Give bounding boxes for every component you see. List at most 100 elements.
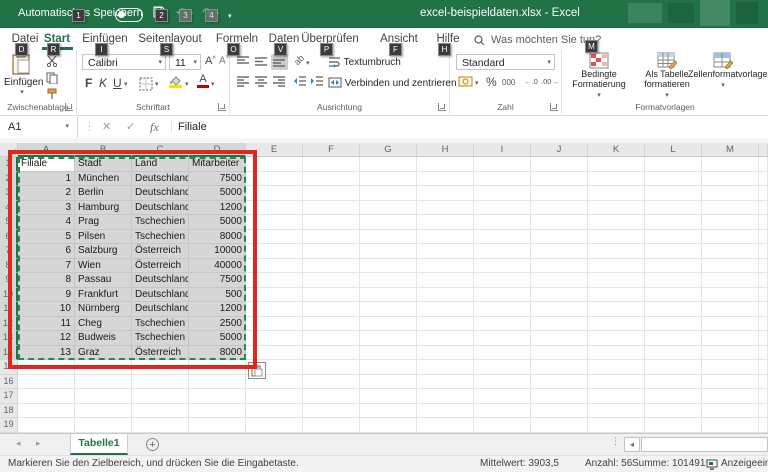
cell[interactable] <box>531 186 588 201</box>
cell[interactable] <box>645 360 702 375</box>
decrease-decimal-icon[interactable]: .00→ <box>541 77 559 86</box>
cell-B8[interactable]: Wien <box>75 259 132 274</box>
cell[interactable] <box>18 389 75 404</box>
cell[interactable] <box>645 244 702 259</box>
cell[interactable] <box>474 375 531 390</box>
cell[interactable] <box>588 273 645 288</box>
cell-A8[interactable]: 7 <box>18 259 75 274</box>
column-header-D[interactable]: D <box>189 143 246 157</box>
cell[interactable] <box>132 389 189 404</box>
cell[interactable] <box>531 389 588 404</box>
cell[interactable] <box>759 331 768 346</box>
cell[interactable] <box>645 317 702 332</box>
cell[interactable] <box>588 302 645 317</box>
cell[interactable] <box>246 346 303 361</box>
row-header-10[interactable]: 10 <box>0 288 18 303</box>
cell[interactable] <box>531 172 588 187</box>
cell[interactable] <box>702 404 759 419</box>
cell[interactable] <box>759 317 768 332</box>
cell-D7[interactable]: 10000 <box>189 244 246 259</box>
cell-styles-button[interactable]: Zellenformatvorlagen ▾ <box>688 52 758 90</box>
cell[interactable] <box>588 172 645 187</box>
cell[interactable] <box>531 273 588 288</box>
comma-style-button[interactable]: 000 <box>502 78 515 87</box>
cell[interactable] <box>417 317 474 332</box>
cell[interactable] <box>360 186 417 201</box>
cell[interactable] <box>189 360 246 375</box>
cell-B3[interactable]: Berlin <box>75 186 132 201</box>
column-header-C[interactable]: C <box>132 143 189 157</box>
cell[interactable] <box>474 331 531 346</box>
cell[interactable] <box>132 375 189 390</box>
cell[interactable] <box>132 404 189 419</box>
cell[interactable] <box>75 360 132 375</box>
bold-button[interactable]: F <box>85 76 92 90</box>
cell[interactable] <box>303 288 360 303</box>
cell-C4[interactable]: Deutschland <box>132 201 189 216</box>
wrap-text-button[interactable]: Textumbruch <box>328 56 401 68</box>
cell-C6[interactable]: Tschechien <box>132 230 189 245</box>
cell[interactable] <box>702 244 759 259</box>
cell[interactable] <box>531 288 588 303</box>
cell[interactable] <box>18 404 75 419</box>
cell[interactable] <box>759 360 768 375</box>
cell-C14[interactable]: Österreich <box>132 346 189 361</box>
cell[interactable] <box>588 375 645 390</box>
cell[interactable] <box>588 201 645 216</box>
number-format-select[interactable]: Standard▾ <box>456 54 555 70</box>
cell[interactable] <box>189 389 246 404</box>
cell[interactable] <box>588 317 645 332</box>
cell[interactable] <box>702 302 759 317</box>
cell[interactable] <box>702 201 759 216</box>
cell[interactable] <box>246 157 303 172</box>
column-header-E[interactable]: E <box>246 143 303 157</box>
cell[interactable] <box>303 389 360 404</box>
cell-C12[interactable]: Tschechien <box>132 317 189 332</box>
cell[interactable] <box>303 418 360 433</box>
cell[interactable] <box>702 389 759 404</box>
cell[interactable] <box>531 201 588 216</box>
cell[interactable] <box>18 375 75 390</box>
cell-A9[interactable]: 8 <box>18 273 75 288</box>
cell-A4[interactable]: 3 <box>18 201 75 216</box>
cell-A5[interactable]: 4 <box>18 215 75 230</box>
cell-A6[interactable]: 5 <box>18 230 75 245</box>
cell-C5[interactable]: Tschechien <box>132 215 189 230</box>
italic-button[interactable]: K <box>99 76 107 90</box>
cell[interactable] <box>246 273 303 288</box>
cell[interactable] <box>417 389 474 404</box>
cell[interactable] <box>645 230 702 245</box>
cell-D14[interactable]: 8000 <box>189 346 246 361</box>
cell[interactable] <box>18 418 75 433</box>
cell-B7[interactable]: Salzburg <box>75 244 132 259</box>
cell[interactable] <box>417 259 474 274</box>
cell[interactable] <box>474 346 531 361</box>
cell[interactable] <box>417 302 474 317</box>
column-header-M[interactable]: M <box>702 143 759 157</box>
cell[interactable] <box>360 157 417 172</box>
cell[interactable] <box>474 201 531 216</box>
cell[interactable] <box>702 172 759 187</box>
cell[interactable] <box>246 230 303 245</box>
row-header-12[interactable]: 12 <box>0 317 18 332</box>
cell-A2[interactable]: 1 <box>18 172 75 187</box>
cell[interactable] <box>303 302 360 317</box>
cell-D3[interactable]: 5000 <box>189 186 246 201</box>
cell-A10[interactable]: 9 <box>18 288 75 303</box>
cell[interactable] <box>189 404 246 419</box>
cell[interactable] <box>588 157 645 172</box>
select-all-corner[interactable] <box>0 143 18 157</box>
cell[interactable] <box>759 215 768 230</box>
cell[interactable] <box>246 302 303 317</box>
cell[interactable] <box>246 201 303 216</box>
font-size-select[interactable]: 11▾ <box>169 54 201 70</box>
cell[interactable] <box>360 389 417 404</box>
cell[interactable] <box>303 172 360 187</box>
cell[interactable] <box>645 404 702 419</box>
formula-content[interactable]: Filiale <box>178 116 207 138</box>
cell[interactable] <box>588 331 645 346</box>
cell[interactable] <box>645 259 702 274</box>
cell[interactable] <box>417 230 474 245</box>
align-bottom-icon[interactable] <box>271 54 288 70</box>
cell[interactable] <box>588 215 645 230</box>
